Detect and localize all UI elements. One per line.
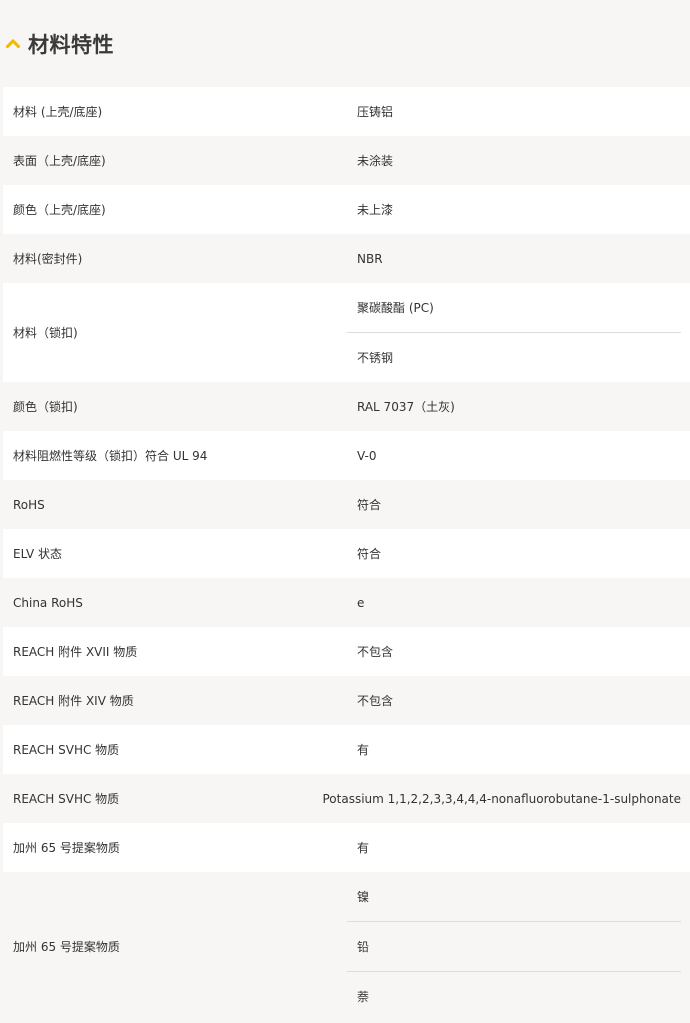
table-row: 材料 (上壳/底座) 压铸铝 [3, 87, 690, 136]
property-values: 有 [347, 725, 690, 774]
property-values: 未涂装 [347, 136, 690, 185]
property-label: ELV 状态 [13, 547, 62, 561]
property-value: 聚碳酸酯 (PC) [357, 301, 434, 315]
property-label: 颜色（锁扣) [13, 400, 78, 414]
material-properties-section: 材料特性 材料 (上壳/底座) 压铸铝表面（上壳/底座) 未涂装颜色（上壳/底座) 未… [0, 0, 690, 1023]
property-label: RoHS [13, 497, 45, 512]
property-values: 聚碳酸酯 (PC) 不锈钢 [347, 283, 690, 382]
property-value: V-0 [357, 448, 377, 463]
property-label: 材料阻燃性等级（锁扣）符合 UL 94 [13, 449, 208, 463]
property-label: 加州 65 号提案物质 [13, 940, 120, 954]
property-values: 不包含 [347, 676, 690, 725]
property-values: 压铸铝 [347, 87, 690, 136]
property-value: 镍 [357, 890, 370, 904]
property-value: NBR [357, 251, 383, 266]
chevron-up-icon[interactable] [4, 37, 22, 49]
table-row: 加州 65 号提案物质 镍铅萘 [3, 872, 690, 1021]
table-row: REACH 附件 XIV 物质 不包含 [3, 676, 690, 725]
property-value: 不锈钢 [347, 332, 681, 382]
property-value: RAL 7037（土灰) [357, 400, 455, 414]
property-label: REACH 附件 XVII 物质 [13, 645, 138, 659]
property-value: 未上漆 [357, 203, 394, 217]
properties-table: 材料 (上壳/底座) 压铸铝表面（上壳/底座) 未涂装颜色（上壳/底座) 未上漆材料(… [3, 87, 690, 1021]
property-value: e [357, 595, 365, 610]
property-label: 颜色（上壳/底座) [13, 203, 106, 217]
property-value: 符合 [357, 498, 382, 512]
section-header-toggle[interactable]: 材料特性 [0, 0, 690, 87]
property-label: 材料 (上壳/底座) [13, 105, 103, 119]
property-value: 不包含 [357, 645, 394, 659]
table-row: 材料阻燃性等级（锁扣）符合 UL 94 V-0 [3, 431, 690, 480]
property-label: 材料(密封件) [13, 252, 83, 266]
table-row: REACH 附件 XVII 物质 不包含 [3, 627, 690, 676]
property-values: 不包含 [347, 627, 690, 676]
property-value: 有 [357, 841, 370, 855]
property-label: REACH SVHC 物质 [13, 743, 120, 757]
table-row: 加州 65 号提案物质 有 [3, 823, 690, 872]
table-row: 材料(密封件) NBR [3, 234, 690, 283]
table-row: ELV 状态 符合 [3, 529, 690, 578]
table-row: 材料（锁扣) 聚碳酸酯 (PC) 不锈钢 [3, 283, 690, 382]
property-values: 符合 [347, 529, 690, 578]
table-row: 颜色（上壳/底座) 未上漆 [3, 185, 690, 234]
section-title: 材料特性 [28, 32, 114, 57]
property-values: NBR [347, 234, 690, 283]
property-values: 未上漆 [347, 185, 690, 234]
property-values: 符合 [347, 480, 690, 529]
property-label: China RoHS [13, 595, 83, 610]
table-row: 颜色（锁扣) RAL 7037（土灰) [3, 382, 690, 431]
table-row: REACH SVHC 物质 Potassium 1,1,2,2,3,3,4,4,4… [3, 774, 690, 823]
property-label: REACH SVHC 物质 [13, 792, 120, 806]
property-value: 未涂装 [357, 154, 394, 168]
property-label: 加州 65 号提案物质 [13, 841, 120, 855]
property-value: 有 [357, 743, 370, 757]
property-label: REACH 附件 XIV 物质 [13, 694, 134, 708]
property-values: RAL 7037（土灰) [347, 382, 690, 431]
property-label: 表面（上壳/底座) [13, 154, 106, 168]
table-row: China RoHS e [3, 578, 690, 627]
property-value: 符合 [357, 547, 382, 561]
table-row: RoHS 符合 [3, 480, 690, 529]
table-row: 表面（上壳/底座) 未涂装 [3, 136, 690, 185]
property-value: 铅 [347, 921, 681, 971]
property-values: 镍铅萘 [347, 872, 690, 1021]
property-value: 不包含 [357, 694, 394, 708]
property-values: 有 [347, 823, 690, 872]
property-values: Potassium 1,1,2,2,3,3,4,4,4-nonafluorobu… [312, 774, 690, 823]
property-values: e [347, 578, 690, 627]
property-value: 压铸铝 [357, 105, 394, 119]
table-row: REACH SVHC 物质 有 [3, 725, 690, 774]
property-value: 萘 [347, 971, 681, 1021]
property-values: V-0 [347, 431, 690, 480]
property-label: 材料（锁扣) [13, 326, 78, 340]
property-value: Potassium 1,1,2,2,3,3,4,4,4-nonafluorobu… [322, 791, 681, 806]
